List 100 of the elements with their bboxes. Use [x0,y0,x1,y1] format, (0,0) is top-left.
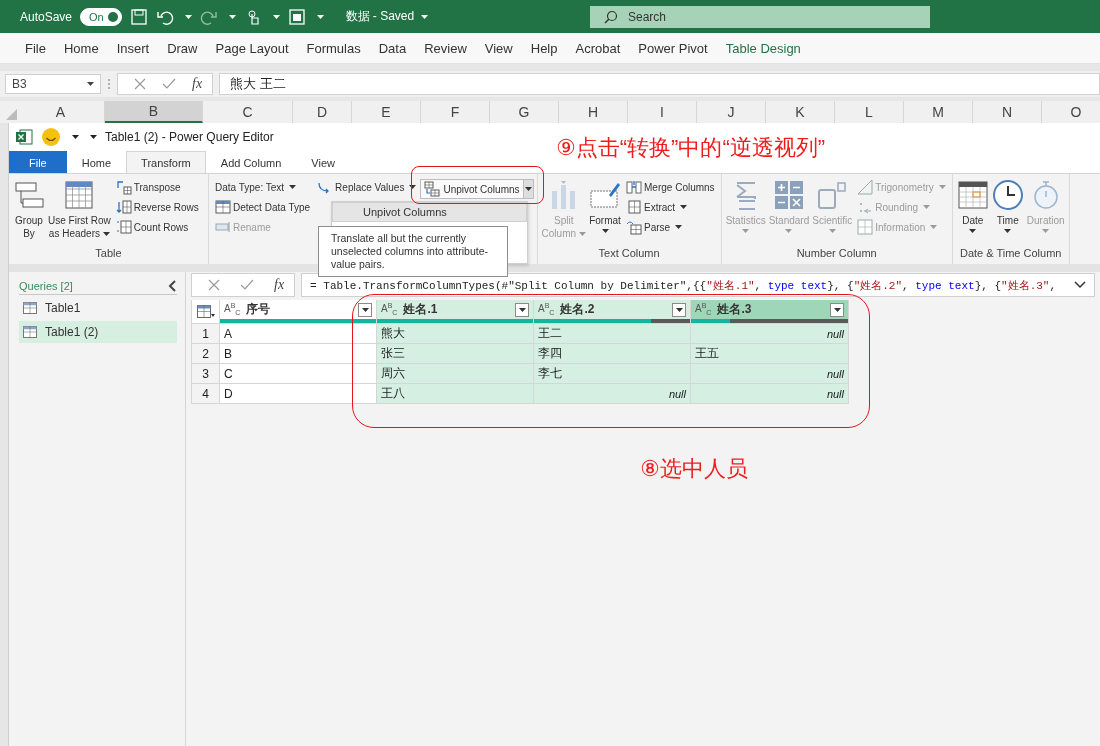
column-header[interactable]: A$^{B}$$_{C}$ 序号 [220,300,377,324]
caret-icon [87,82,94,86]
formula-field[interactable]: = Table.TransformColumnTypes(#"Split Column by Delimiter",{{"姓名.1", type text}, {"姓名.2", type text}, {"姓名.3", [301,273,1095,297]
column-header[interactable]: A$^{B}$$_{C}$ 姓名.3 [691,300,849,324]
grid-icon [626,199,643,215]
caret-icon [184,14,192,19]
menu-tab[interactable]: Data [369,40,416,56]
menu-tab[interactable]: View [475,40,522,56]
query-item[interactable]: Table1 [19,297,177,319]
info-grid-icon [857,219,874,235]
menu-tab[interactable]: Acrobat [566,40,630,56]
formula-field[interactable]: 熊大 王二 [219,73,1100,95]
table-cell: 王五 [691,344,849,364]
table-icon [196,304,215,319]
unpivot-button[interactable]: Unpivot Columns [421,180,523,198]
ribbon-button[interactable]: Transpose [112,177,202,197]
table-cell: A [220,324,377,344]
table-cell: null [534,384,691,404]
clock-icon [991,179,1024,211]
triangle-icon [857,179,874,195]
autosave-toggle[interactable]: On [80,7,122,26]
menu-tab[interactable]: Table Design [716,40,810,56]
caret-icon [518,307,526,312]
caret-icon [272,14,280,19]
menu-tab[interactable]: Review [415,40,476,56]
calendar-icon [956,179,989,211]
cancel-icon[interactable] [134,78,146,90]
ribbon-button[interactable]: Group By [12,177,46,247]
ribbon-button[interactable]: Format [588,177,623,247]
table-cell: C [220,364,377,384]
filter-button[interactable] [830,302,844,317]
function-button[interactable]: fx [274,277,285,293]
annotation-text: ⑧选中人员 [640,455,748,483]
ribbon-tab[interactable]: Add Column [205,151,297,173]
check-icon[interactable] [162,78,176,90]
annotation-text: ⑨点击“转换”中的“逆透视列” [556,134,826,162]
function-button[interactable]: fx [192,76,203,92]
caret-icon [833,307,841,312]
check-icon[interactable] [240,279,254,291]
menu-tab[interactable]: Draw [158,40,207,56]
ribbon-button[interactable]: Parse [623,217,718,237]
ribbon-button[interactable]: Data Type: Text [212,177,314,197]
expand-icon [1074,281,1086,289]
ribbon-button[interactable]: Merge Columns [623,177,718,197]
save-icon [129,7,148,26]
menu-tab[interactable]: Formulas [297,40,370,56]
cancel-icon[interactable] [208,279,220,291]
table-cell: 李七 [534,364,691,384]
menu-item[interactable]: Unpivot Columns [332,202,527,222]
ribbon-tab[interactable]: Home [66,151,127,173]
ribbon-tab[interactable]: View [296,151,350,173]
queries-heading: Queries [2] [19,280,73,292]
menu-tab[interactable]: Power Pivot [629,40,717,56]
group-label: Text Column [597,247,661,261]
table-cell: 张三 [377,344,534,364]
query-item[interactable]: Table1 (2) [19,321,177,343]
ribbon-button[interactable]: Detect Data Type [212,197,314,217]
table-cell: D [220,384,377,404]
column-header[interactable]: A$^{B}$$_{C}$ 姓名.1 [377,300,534,324]
table-cell: 熊大 [377,324,534,344]
caret-icon [102,232,110,237]
column-name: 序号 [246,301,272,318]
caret-icon [675,307,683,312]
ribbon-button[interactable]: Use First Row as Headers [47,177,112,247]
ribbon-tab[interactable]: Transform [126,151,206,173]
ribbon-button[interactable]: Date [955,177,990,247]
field-icon [215,219,231,235]
column-header[interactable]: A$^{B}$$_{C}$ 姓名.2 [534,300,691,324]
ribbon-button[interactable]: Replace Values [314,177,420,197]
menu-tab[interactable]: Help [521,40,567,56]
menu-tab[interactable]: File [16,40,55,56]
ribbon-button[interactable]: Time [990,177,1025,247]
search-box[interactable]: Search [590,5,930,28]
ribbon-tab[interactable]: File [9,151,67,173]
row-number: 1 [192,324,220,344]
search-field[interactable]: Search [628,5,916,28]
menu-tab[interactable]: Page Layout [206,40,298,56]
grid-icon [215,199,231,215]
menu-tab[interactable]: Home [54,40,108,56]
name-box[interactable]: B3 [5,74,101,94]
filter-button[interactable] [515,302,529,317]
caret-icon [785,229,793,233]
split-button[interactable]: Unpivot Columns [420,179,534,199]
boxes-icon [13,179,45,211]
table-menu-button[interactable] [192,300,220,324]
table-icon [63,179,96,211]
ribbon-button[interactable]: Reverse Rows [112,197,202,217]
document-title[interactable]: 数据 - Saved [345,8,415,25]
ribbon-button[interactable]: Count Rows [112,217,202,237]
caret-icon [828,229,836,233]
filter-button[interactable] [358,302,372,317]
row-number: 2 [192,344,220,364]
menu-tab[interactable]: Insert [107,40,159,56]
ribbon-button[interactable]: Extract [623,197,718,217]
caret-icon [289,185,297,189]
column-header[interactable]: B [105,101,203,123]
dropdown-button[interactable] [522,180,533,198]
caret-icon [1042,229,1050,233]
filter-button[interactable] [672,302,686,317]
group-label: Table [94,247,123,261]
